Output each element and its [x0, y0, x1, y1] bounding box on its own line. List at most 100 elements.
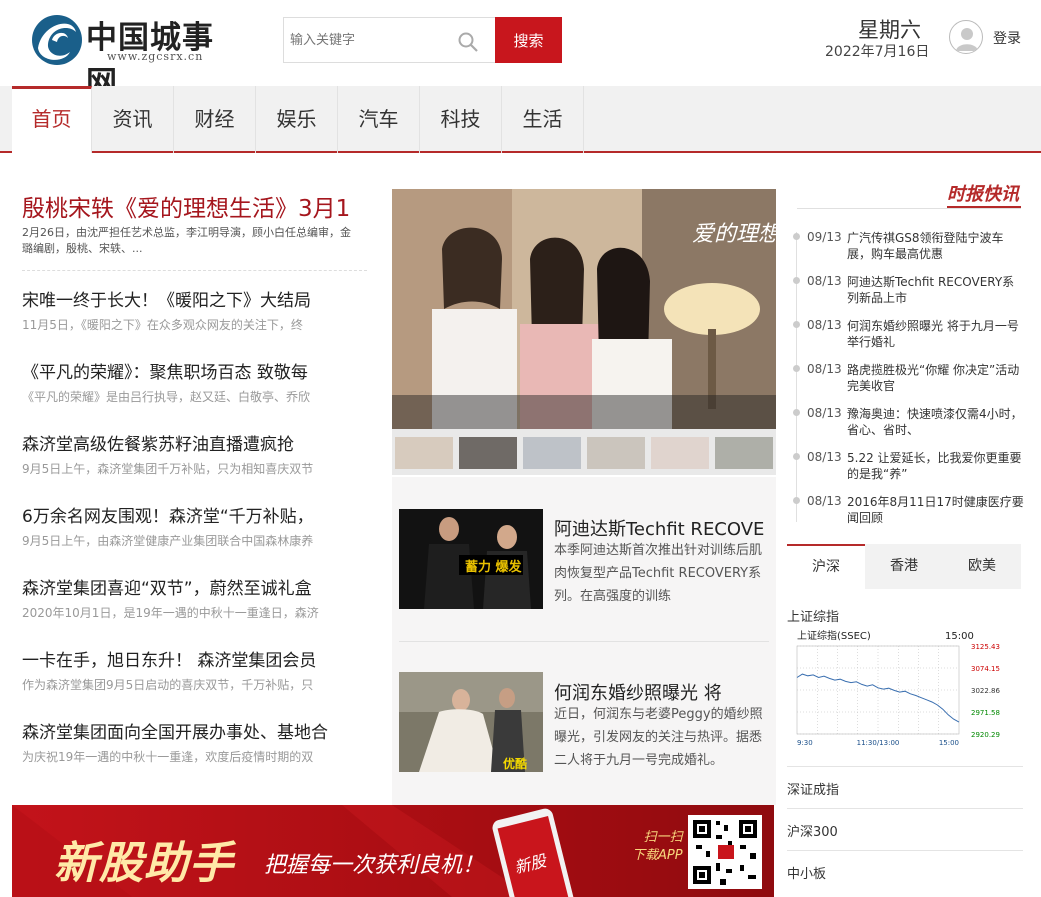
timeline-dot-icon	[793, 321, 800, 328]
divider	[797, 208, 1021, 209]
news-list-item[interactable]: 6万余名网友围观！森济堂“千万补贴， 9月5日上午，由森济堂健康产业集团联合中国…	[22, 506, 367, 548]
flash-date: 08/13	[807, 450, 842, 464]
slider-thumbnail[interactable]	[395, 437, 453, 469]
slider-thumbnail[interactable]	[523, 437, 581, 469]
nav-item-auto[interactable]: 汽车	[338, 86, 420, 153]
flash-headline[interactable]: 阿迪达斯Techfit RECOVERY系列新品上市	[847, 274, 1025, 306]
nav-item-home[interactable]: 首页	[12, 86, 92, 153]
user-avatar-icon[interactable]	[949, 20, 983, 54]
divider	[22, 270, 367, 271]
search-button[interactable]: 搜索	[495, 17, 562, 63]
news-headline[interactable]: 森济堂集团喜迎“双节”，蔚然至诚礼盒	[22, 578, 367, 600]
tab-shanghai-shenzhen[interactable]: 沪深	[787, 544, 865, 589]
news-headline[interactable]: 宋唯一终于长大！《暖阳之下》大结局	[22, 290, 367, 312]
news-headline[interactable]: 一卡在手，旭日东升！ 森济堂集团会员	[22, 650, 367, 672]
timeline-dot-icon	[793, 497, 800, 504]
news-summary: 《平凡的荣耀》是由吕行执导，赵又廷、白敬亭、乔欣	[22, 390, 311, 404]
feature-image-slider[interactable]: 爱的理想生活	[392, 189, 776, 429]
news-list-item[interactable]: 《平凡的荣耀》：聚焦职场百态 致敬每 《平凡的荣耀》是由吕行执导，赵又廷、白敬亭…	[22, 362, 367, 404]
timeline-dot-icon	[793, 409, 800, 416]
timeline-dot-icon	[793, 453, 800, 460]
news-list-item[interactable]: 森济堂集团喜迎“双节”，蔚然至诚礼盒 2020年10月1日，是19年一遇的中秋十…	[22, 578, 367, 620]
card-headline[interactable]: 阿迪达斯Techfit RECOVE	[554, 515, 770, 541]
search-box: 搜索	[283, 17, 563, 63]
chart-y-tick-label: 2971.58	[971, 709, 1000, 717]
news-headline[interactable]: 森济堂高级佐餐紫苏籽油直播遭疯抢	[22, 434, 367, 456]
card-image[interactable]: 蓄力 爆发	[399, 509, 543, 609]
timeline-dot-icon	[793, 277, 800, 284]
card-headline[interactable]: 何润东婚纱照曝光 将	[554, 679, 770, 705]
site-logo[interactable]: 中国城事网 www.zgcsrx.cn	[30, 10, 240, 101]
nav-item-finance[interactable]: 财经	[174, 86, 256, 153]
chart-y-ticks: 3125.43 3074.15 3022.86 2971.58 2920.29	[797, 643, 1000, 739]
main-nav: 首页 资讯 财经 娱乐 汽车 科技 生活	[0, 86, 1041, 153]
flash-date: 08/13	[807, 318, 842, 332]
news-summary: 9月5日上午，森济堂集团千万补贴，只为相知喜庆双节	[22, 462, 314, 476]
banner-download-hint: 扫一扫 下载APP	[632, 829, 683, 865]
flash-headline[interactable]: 2016年8月11日17时健康医疗要闻回顾	[847, 494, 1025, 526]
nav-item-life[interactable]: 生活	[502, 86, 584, 153]
card-image-text: 蓄力 爆发	[465, 559, 523, 575]
flash-date: 08/13	[807, 406, 842, 420]
news-list-item[interactable]: 宋唯一终于长大！《暖阳之下》大结局 11月5日，《暖阳之下》在众多观众网友的关注…	[22, 290, 367, 332]
news-list-item[interactable]: 一卡在手，旭日东升！ 森济堂集团会员 作为森济堂集团9月5日启动的喜庆双节，千万…	[22, 650, 367, 692]
new-stock-assistant-banner[interactable]: 新股 新股助手 把握每一次获利良机！ 扫一扫 下载APP	[12, 805, 774, 897]
card-summary: 本季阿迪达斯首次推出针对训练后肌肉恢复型产品Techfit RECOVERY系列…	[554, 543, 763, 604]
market-link-sme-board[interactable]: 中小板	[787, 850, 1023, 892]
chart-time-label: 15:00	[945, 631, 974, 642]
feature-headline[interactable]: 殷桃宋轶《爱的理想生活》3月1	[22, 189, 367, 223]
market-tabs: 沪深 香港 欧美	[787, 544, 1021, 589]
news-headline[interactable]: 《平凡的荣耀》：聚焦职场百态 致敬每	[22, 362, 367, 384]
card-image[interactable]: 优酷	[399, 672, 543, 772]
slider-thumbnail[interactable]	[715, 437, 773, 469]
slider-thumbnails	[392, 429, 776, 475]
news-list-item[interactable]: 森济堂高级佐餐紫苏籽油直播遭疯抢 9月5日上午，森济堂集团千万补贴，只为相知喜庆…	[22, 434, 367, 476]
search-icon[interactable]	[457, 31, 479, 53]
slider-thumbnail[interactable]	[651, 437, 709, 469]
card-summary: 近日，何润东与老婆Peggy的婚纱照曝光，引发网友的关注与热评。据悉二人将于九月…	[554, 707, 763, 768]
flash-date: 08/13	[807, 274, 842, 288]
login-link[interactable]: 登录	[993, 28, 1021, 48]
news-summary: 2020年10月1日，是19年一遇的中秋十一重逢日，森济	[22, 606, 319, 620]
flash-headline[interactable]: 广汽传祺GS8领衔登陆宁波车展，购车最高优惠	[847, 230, 1025, 262]
timeline-dot-icon	[793, 233, 800, 240]
chart-series-line	[796, 673, 960, 723]
flash-headline[interactable]: 5.22 让爱延长，比我爱你更重要的是我“养”	[847, 450, 1025, 482]
chart-y-tick-label: 3074.15	[971, 665, 1000, 673]
news-summary: 为庆祝19年一遇的中秋十一重逢，欢度后疫情时期的双	[22, 750, 314, 764]
news-summary: 11月5日，《暖阳之下》在众多观众网友的关注下，终	[22, 318, 303, 332]
feature-summary: 2月26日，由沈严担任艺术总监，李江明导演，顾小白任总编审，金璐编剧，殷桃、宋轶…	[22, 226, 351, 255]
chart-x-tick-label: 9:30	[797, 739, 813, 747]
market-link-shenzhen[interactable]: 深证成指	[787, 766, 1023, 808]
chart-y-tick-label: 2920.29	[971, 731, 1000, 739]
chart-x-tick-label: 15:00	[939, 739, 959, 747]
banner-download-text: 下载APP	[632, 848, 683, 863]
nav-item-news[interactable]: 资讯	[92, 86, 174, 153]
slider-caption-bar	[392, 395, 776, 429]
logo-url: www.zgcsrx.cn	[107, 50, 204, 63]
banner-slogan: 把握每一次获利良机！	[264, 853, 485, 878]
news-headline[interactable]: 6万余名网友围观！森济堂“千万补贴，	[22, 506, 367, 528]
chart-y-tick-label: 3022.86	[971, 687, 1000, 695]
flash-headline[interactable]: 路虎揽胜极光“你耀 你决定”活动完美收官	[847, 362, 1025, 394]
news-headline[interactable]: 森济堂集团面向全国开展办事处、基地合	[22, 722, 367, 744]
news-summary: 9月5日上午，由森济堂健康产业集团联合中国森林康养	[22, 534, 314, 548]
logo-swirl-icon	[32, 15, 82, 65]
news-list-item[interactable]: 森济堂集团面向全国开展办事处、基地合 为庆祝19年一遇的中秋十一重逢，欢度后疫情…	[22, 722, 367, 764]
qr-code-icon	[688, 815, 762, 889]
divider	[399, 641, 769, 642]
slider-thumbnail[interactable]	[587, 437, 645, 469]
nav-item-entertainment[interactable]: 娱乐	[256, 86, 338, 153]
nav-item-tech[interactable]: 科技	[420, 86, 502, 153]
chart-x-tick-label: 11:30/13:00	[857, 739, 900, 747]
flash-date: 08/13	[807, 362, 842, 376]
tab-hongkong[interactable]: 香港	[865, 544, 943, 589]
current-date: 2022年7月16日	[825, 44, 930, 60]
flash-headline[interactable]: 何润东婚纱照曝光 将于九月一号举行婚礼	[847, 318, 1025, 350]
market-link-csi300[interactable]: 沪深300	[787, 808, 1023, 850]
card-image-text: 优酷	[503, 756, 527, 771]
flash-headline[interactable]: 豫海奥迪：快速喷漆仅需4小时，省心、省时、	[847, 406, 1025, 438]
slider-thumbnail[interactable]	[459, 437, 517, 469]
chart-x-ticks: 9:30 11:30/13:00 15:00	[797, 739, 959, 747]
tab-europe-us[interactable]: 欧美	[943, 544, 1021, 589]
